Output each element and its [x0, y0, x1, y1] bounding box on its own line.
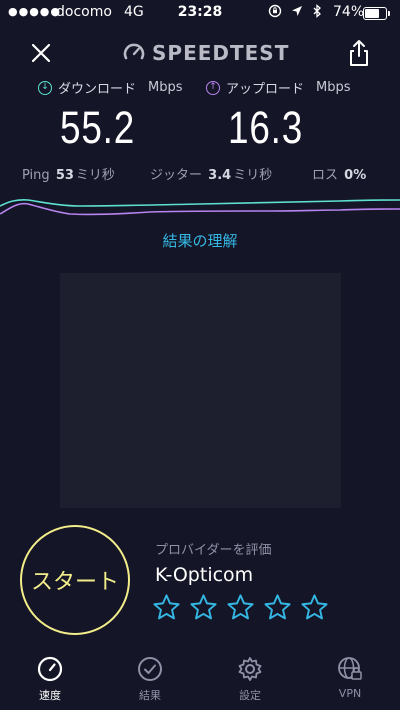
rating-stars: [152, 593, 329, 622]
star-icon[interactable]: [152, 593, 181, 622]
star-icon[interactable]: [263, 593, 292, 622]
download-value: 55.2: [60, 102, 136, 153]
jitter-stat: ジッター 3.4 ミリ秒: [150, 164, 272, 183]
understand-results-link[interactable]: 結果の理解: [0, 230, 400, 251]
tab-settings[interactable]: 設定: [210, 655, 290, 703]
tab-speed-label: 速度: [39, 689, 61, 702]
jitter-value: 3.4: [208, 168, 232, 183]
speedtest-logo: SPEEDTEST: [122, 41, 289, 65]
bluetooth-icon: [313, 4, 322, 18]
upload-label-text: アップロード: [226, 82, 305, 97]
upload-label: ↑ アップロード Mbps: [206, 78, 351, 97]
tab-settings-label: 設定: [239, 689, 261, 702]
tab-results[interactable]: 結果: [110, 655, 190, 703]
download-unit: Mbps: [148, 80, 183, 95]
star-icon[interactable]: [189, 593, 218, 622]
share-icon: [350, 40, 368, 66]
tab-results-label: 結果: [139, 689, 161, 702]
download-arrow-icon: ↓: [38, 80, 52, 95]
provider-name: K-Opticom: [155, 564, 254, 586]
status-bar: ●●●●● docomo 4G 23:28 74%: [0, 0, 400, 26]
ping-unit: ミリ秒: [75, 168, 115, 183]
tab-vpn[interactable]: VPN: [310, 655, 390, 700]
gear-icon: [238, 657, 262, 681]
loss-label: ロス: [312, 168, 339, 183]
share-button[interactable]: [346, 38, 372, 68]
ad-placeholder: [60, 273, 341, 508]
close-icon: [31, 43, 51, 63]
brand-name: SPEEDTEST: [152, 41, 290, 65]
battery-icon: [363, 7, 390, 20]
upload-unit: Mbps: [316, 80, 351, 95]
ping-stat: Ping 53 ミリ秒: [22, 164, 115, 183]
ping-label: Ping: [22, 168, 50, 183]
location-arrow-icon: [292, 6, 303, 16]
download-graph-line: [0, 199, 400, 207]
upload-arrow-icon: ↑: [206, 80, 220, 95]
speed-graph: [0, 199, 400, 216]
ping-value: 53: [55, 168, 74, 183]
tab-vpn-label: VPN: [338, 687, 362, 700]
loss-value: 0%: [344, 168, 367, 183]
close-button[interactable]: [26, 38, 56, 68]
battery-percent: 74%: [333, 4, 365, 20]
tab-speed[interactable]: 速度: [10, 655, 90, 703]
star-icon[interactable]: [300, 593, 329, 622]
start-button[interactable]: スタート: [20, 525, 130, 635]
battery-fill: [365, 9, 379, 18]
globe-lock-icon: [338, 657, 362, 680]
upload-value: 16.3: [228, 102, 304, 153]
loss-stat: ロス 0%: [312, 164, 368, 183]
jitter-label: ジッター: [150, 168, 203, 183]
status-icons: [268, 4, 322, 20]
rotation-lock-icon: [268, 4, 282, 18]
speedometer-icon: [37, 656, 63, 682]
speedometer-logo-icon: [123, 43, 145, 60]
download-label-text: ダウンロード: [58, 82, 137, 97]
check-circle-icon: [138, 657, 162, 681]
rate-provider-label: プロバイダーを評価: [155, 543, 272, 558]
star-icon[interactable]: [226, 593, 255, 622]
download-label: ↓ ダウンロード Mbps: [38, 78, 183, 97]
jitter-unit: ミリ秒: [233, 168, 273, 183]
